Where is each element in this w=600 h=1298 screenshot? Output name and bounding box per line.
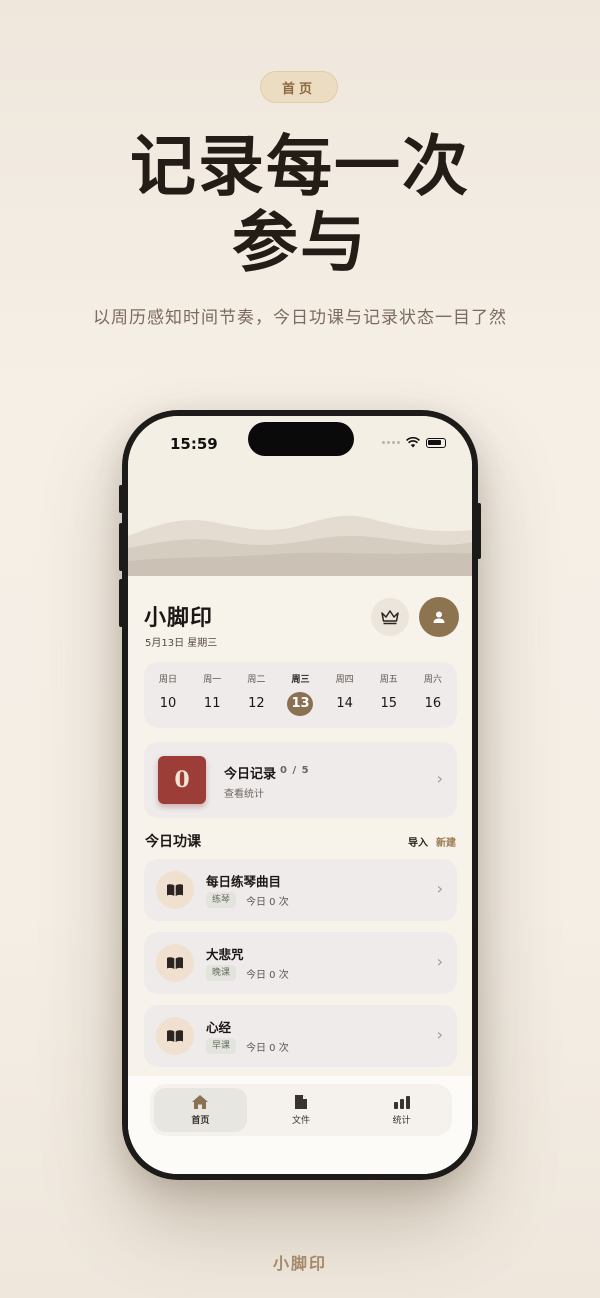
day-number: 11 [203,696,221,711]
chevron-right-icon: › [436,769,443,788]
day-number: 16 [424,696,442,711]
home-icon [192,1095,209,1109]
tab-files[interactable]: 文件 [255,1088,348,1132]
headline-line-2: 参与 [232,203,368,281]
signal-dots-icon [382,441,400,444]
day-friday[interactable]: 周五 15 [369,662,409,716]
record-count-badge: 0 [158,756,206,804]
person-icon [433,611,445,623]
book-icon [167,957,183,969]
lesson-title: 每日练琴曲目 [206,874,282,889]
week-calendar: 周日 10 周一 11 周二 12 周三 13 周四 14 周五 15 周六 1… [144,662,457,728]
import-button[interactable]: 导入 [408,834,428,849]
tab-label: 统计 [392,1115,411,1126]
day-saturday[interactable]: 周六 16 [413,662,453,716]
lesson-item[interactable]: 心经 早课 今日 0 次 › [144,1005,457,1067]
premium-button[interactable] [371,598,409,636]
day-tuesday[interactable]: 周二 12 [236,662,276,716]
day-name: 周三 [291,675,310,685]
day-sunday[interactable]: 周日 10 [148,662,188,716]
lesson-icon-wrap [156,1017,194,1055]
lesson-icon-wrap [156,944,194,982]
lesson-count: 今日 0 次 [246,897,289,908]
chevron-right-icon: › [436,952,443,971]
day-name: 周日 [159,675,178,685]
chevron-right-icon: › [436,879,443,898]
day-monday[interactable]: 周一 11 [192,662,232,716]
battery-icon [426,437,446,448]
status-time: 15:59 [170,435,218,453]
headline: 记录每一次 参与 [0,128,600,280]
lesson-count: 今日 0 次 [246,1043,289,1054]
lesson-item[interactable]: 大悲咒 晚课 今日 0 次 › [144,932,457,994]
view-stats-link[interactable]: 查看统计 [224,785,264,800]
headline-line-1: 记录每一次 [130,127,470,205]
day-name: 周四 [335,675,354,685]
record-progress: 0 / 5 [280,765,310,776]
lesson-title: 大悲咒 [206,947,244,962]
today-record-card[interactable]: 0 今日记录 0 / 5 查看统计 › [144,742,457,818]
day-name: 周五 [379,675,398,685]
day-number: 14 [336,696,353,711]
current-date: 5月13日 星期三 [145,638,218,649]
page-pill-label: 首页 [260,71,338,103]
day-number: 13 [287,692,314,716]
chevron-right-icon: › [436,1025,443,1044]
lesson-tag: 练琴 [206,892,237,908]
lesson-title: 心经 [206,1020,232,1035]
lesson-icon-wrap [156,871,194,909]
phone-screen: 15:59 小脚印 5月13日 星期三 周日 10 周一 11 周二 12 周三… [128,416,472,1174]
day-number: 15 [380,696,398,711]
crown-icon [381,610,399,625]
dynamic-island [248,422,354,456]
file-icon [295,1095,307,1109]
status-icons [382,437,446,448]
phone-frame: 15:59 小脚印 5月13日 星期三 周日 10 周一 11 周二 12 周三… [122,410,478,1180]
lesson-tag: 早课 [206,1038,237,1054]
lessons-section-actions: 导入 新建 [408,834,456,849]
profile-avatar-button[interactable] [419,597,459,637]
tab-home[interactable]: 首页 [154,1088,247,1132]
tab-label: 文件 [292,1116,311,1126]
lesson-item[interactable]: 每日练琴曲目 练琴 今日 0 次 › [144,859,457,921]
day-name: 周六 [423,675,442,685]
subtitle: 以周历感知时间节奏，今日功课与记录状态一目了然 [93,308,507,328]
day-number: 10 [159,696,177,711]
day-name: 周一 [203,675,222,685]
new-lesson-button[interactable]: 新建 [436,834,456,849]
day-name: 周二 [247,675,266,685]
app-title: 小脚印 [144,606,214,631]
tab-bar: 首页 文件 统计 [150,1084,452,1136]
lessons-section-title: 今日功课 [145,834,201,850]
tab-bar-area: 首页 文件 统计 [128,1076,472,1174]
day-number: 12 [248,696,265,711]
wifi-icon [406,437,420,448]
book-icon [167,884,183,896]
tab-label: 首页 [191,1116,210,1126]
lesson-tag: 晚课 [206,965,237,981]
tab-stats[interactable]: 统计 [355,1088,448,1132]
stats-icon [393,1095,410,1109]
record-title: 今日记录 [224,767,277,782]
footer-brand: 小脚印 [272,1254,327,1273]
book-icon [167,1030,183,1042]
day-thursday[interactable]: 周四 14 [325,662,365,716]
day-wednesday-selected[interactable]: 周三 13 [280,662,320,716]
lesson-count: 今日 0 次 [246,970,289,981]
